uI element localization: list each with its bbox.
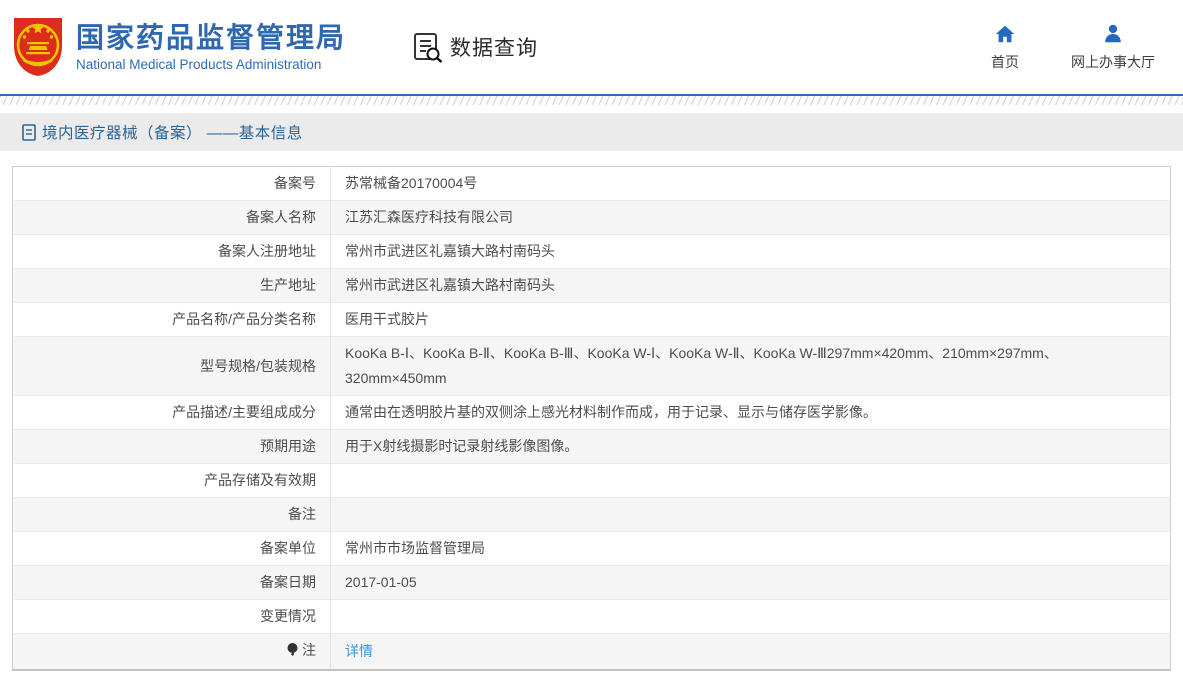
row-value-text: KooKa B-Ⅰ、KooKa B-Ⅱ、KooKa B-Ⅲ、KooKa W-Ⅰ、… <box>345 345 1058 386</box>
row-label: 注 <box>12 633 331 670</box>
row-label-text: 备案人名称 <box>246 209 316 225</box>
row-value: 2017-01-05 <box>331 566 1171 600</box>
row-value-text: 医用干式胶片 <box>345 311 429 327</box>
document-icon <box>22 123 36 141</box>
row-value: 用于X射线摄影时记录射线影像图像。 <box>331 430 1171 464</box>
data-query-label: 数据查询 <box>450 37 539 60</box>
row-label-text: 产品名称/产品分类名称 <box>172 311 316 327</box>
person-icon <box>1105 24 1121 42</box>
agency-title-cn: 国家药品监督管理局 <box>76 22 347 54</box>
row-value: KooKa B-Ⅰ、KooKa B-Ⅱ、KooKa B-Ⅲ、KooKa W-Ⅰ、… <box>331 337 1171 396</box>
row-label-text: 备案日期 <box>260 574 316 590</box>
table-row: 备案人名称 江苏汇森医疗科技有限公司 <box>12 200 1171 235</box>
row-value <box>331 498 1171 532</box>
table-row: 生产地址 常州市武进区礼嘉镇大路村南码头 <box>12 268 1171 303</box>
row-label: 预期用途 <box>12 429 331 464</box>
row-value-text: 用于X射线摄影时记录射线影像图像。 <box>345 438 579 454</box>
row-value: 常州市武进区礼嘉镇大路村南码头 <box>331 269 1171 303</box>
row-value-text: 常州市武进区礼嘉镇大路村南码头 <box>345 243 555 259</box>
row-value-text: 江苏汇森医疗科技有限公司 <box>345 209 513 225</box>
row-label-text: 生产地址 <box>260 277 316 293</box>
hatch-band <box>0 96 1183 105</box>
table-row: 产品描述/主要组成成分 通常由在透明胶片基的双侧涂上感光材料制作而成，用于记录、… <box>12 395 1171 430</box>
agency-logo[interactable]: 国家药品监督管理局 National Medical Products Admi… <box>12 16 346 78</box>
row-value: 常州市武进区礼嘉镇大路村南码头 <box>331 235 1171 269</box>
agency-title-block: 国家药品监督管理局 National Medical Products Admi… <box>76 22 346 71</box>
table-row: 备案号 苏常械备20170004号 <box>12 166 1171 201</box>
row-label-text: 产品存储及有效期 <box>204 472 316 488</box>
header-nav: 首页 网上办事大厅 <box>991 23 1155 72</box>
row-label: 备案号 <box>12 166 331 201</box>
table-row: 备案人注册地址 常州市武进区礼嘉镇大路村南码头 <box>12 234 1171 269</box>
data-query-tab[interactable]: 数据查询 <box>412 31 538 63</box>
table-row: 产品名称/产品分类名称 医用干式胶片 <box>12 302 1171 337</box>
row-label: 备案人注册地址 <box>12 234 331 269</box>
row-value: 江苏汇森医疗科技有限公司 <box>331 201 1171 235</box>
table-row: 预期用途 用于X射线摄影时记录射线影像图像。 <box>12 429 1171 464</box>
nav-label: 网上办事大厅 <box>1071 53 1155 70</box>
table-row: 型号规格/包装规格 KooKa B-Ⅰ、KooKa B-Ⅱ、KooKa B-Ⅲ、… <box>12 336 1171 396</box>
row-label-text: 备注 <box>288 506 316 522</box>
row-label-text: 备案单位 <box>260 540 316 556</box>
row-value-text: 常州市市场监督管理局 <box>345 540 485 556</box>
row-value: 苏常械备20170004号 <box>331 167 1171 201</box>
table-row: 备案单位 常州市市场监督管理局 <box>12 531 1171 566</box>
row-value: 常州市市场监督管理局 <box>331 532 1171 566</box>
table-row: 变更情况 <box>12 599 1171 634</box>
row-value: 通常由在透明胶片基的双侧涂上感光材料制作而成，用于记录、显示与储存医学影像。 <box>331 396 1171 430</box>
table-row: 注 详情 <box>12 633 1171 671</box>
row-label-text: 产品描述/主要组成成分 <box>172 404 316 420</box>
table-row: 产品存储及有效期 <box>12 463 1171 498</box>
row-label-text: 备案人注册地址 <box>218 243 316 259</box>
nav-label: 首页 <box>991 53 1019 70</box>
row-value: 医用干式胶片 <box>331 303 1171 337</box>
row-value <box>331 464 1171 498</box>
row-label: 产品描述/主要组成成分 <box>12 395 331 430</box>
row-label: 备案单位 <box>12 531 331 566</box>
national-emblem-icon <box>14 18 62 76</box>
row-label: 备注 <box>12 497 331 532</box>
home-icon <box>995 25 1015 42</box>
breadcrumb: 境内医疗器械（备案） ——基本信息 <box>42 125 303 142</box>
detail-link[interactable]: 详情 <box>345 643 373 659</box>
row-value-text: 通常由在透明胶片基的双侧涂上感光材料制作而成，用于记录、显示与储存医学影像。 <box>345 404 877 420</box>
row-value-text: 常州市武进区礼嘉镇大路村南码头 <box>345 277 555 293</box>
row-label-text: 变更情况 <box>260 608 316 624</box>
table-row: 备注 <box>12 497 1171 532</box>
nav-item-service-hall[interactable]: 网上办事大厅 <box>1071 23 1155 72</box>
nav-item-home[interactable]: 首页 <box>991 23 1019 72</box>
row-label: 产品名称/产品分类名称 <box>12 302 331 337</box>
row-label-text: 注 <box>302 642 316 658</box>
table-row: 备案日期 2017-01-05 <box>12 565 1171 600</box>
row-label-text: 型号规格/包装规格 <box>200 357 316 374</box>
row-label-text: 备案号 <box>274 175 316 191</box>
row-label: 备案人名称 <box>12 200 331 235</box>
row-label: 型号规格/包装规格 <box>12 336 331 396</box>
row-label: 变更情况 <box>12 599 331 634</box>
record-table-wrap: 备案号 苏常械备20170004号 备案人名称 江苏汇森医疗科技有限公司 备案人… <box>12 166 1171 671</box>
bulb-icon <box>286 640 299 665</box>
agency-title-en: National Medical Products Administration <box>76 56 322 72</box>
row-label-text: 预期用途 <box>260 438 316 454</box>
row-value <box>331 600 1171 634</box>
page-header: 国家药品监督管理局 National Medical Products Admi… <box>0 0 1183 94</box>
row-value-text: 2017-01-05 <box>345 574 417 590</box>
data-query-icon <box>414 33 443 63</box>
row-label: 产品存储及有效期 <box>12 463 331 498</box>
row-label: 生产地址 <box>12 268 331 303</box>
record-table: 备案号 苏常械备20170004号 备案人名称 江苏汇森医疗科技有限公司 备案人… <box>12 166 1171 671</box>
breadcrumb-band: 境内医疗器械（备案） ——基本信息 <box>0 113 1183 151</box>
row-label: 备案日期 <box>12 565 331 600</box>
row-value-text: 苏常械备20170004号 <box>345 175 478 191</box>
row-value: 详情 <box>331 634 1171 671</box>
